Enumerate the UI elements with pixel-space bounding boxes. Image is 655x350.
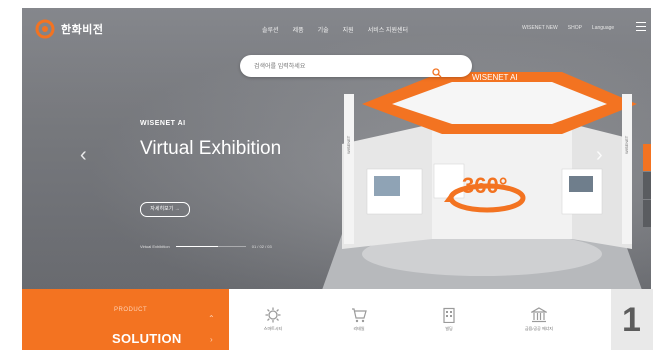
scene-sign-right: WISENET (624, 135, 629, 154)
side-tab-strip (643, 144, 651, 228)
search-input[interactable] (252, 60, 436, 74)
solution-title: SOLUTION (112, 331, 182, 346)
chevron-right-icon[interactable]: › (210, 335, 213, 344)
solution-item-building[interactable]: 빌딩 (419, 289, 479, 332)
next-slide-arrow-icon[interactable]: › (596, 144, 603, 167)
bank-icon (531, 307, 547, 323)
chevron-up-icon[interactable]: ⌃ (208, 314, 215, 323)
scene-ring-label: WISENET AI (472, 73, 518, 82)
scene-pillar-right (622, 94, 632, 244)
scene-360-text: 360° (462, 173, 508, 198)
menu-icon[interactable] (636, 22, 646, 31)
scene-sign-left: WISENET (346, 135, 351, 154)
building-icon (443, 307, 455, 323)
nav-item-product[interactable]: 제품 (293, 25, 304, 34)
virtual-exhibition-scene: 360° WISENET AI WISENET WISENET (322, 72, 642, 290)
prev-slide-arrow-icon[interactable]: ‹ (80, 144, 87, 167)
page-frame: 360° WISENET AI WISENET WISENET 한화비전 솔루션… (0, 0, 655, 350)
hero-banner: 360° WISENET AI WISENET WISENET 한화비전 솔루션… (22, 8, 651, 290)
util-shop[interactable]: SHOP (568, 25, 582, 31)
progress-label: Virtual Exhibition (140, 244, 170, 249)
solution-item-label: 빌딩 (445, 326, 453, 331)
scene-panel-3-image (569, 176, 593, 192)
more-button[interactable]: 자세히보기 → (140, 202, 190, 217)
solution-item-retail[interactable]: 리테일 (329, 289, 389, 332)
solution-panel[interactable]: PRODUCT SOLUTION ⌃ › (22, 289, 229, 350)
utility-menu: WISENET NEW SHOP Language (522, 25, 614, 31)
search-icon[interactable] (432, 68, 442, 78)
solution-item-smart-city[interactable]: 스마트시티 (243, 289, 303, 332)
logo[interactable]: 한화비전 (34, 18, 103, 40)
figure-number-badge: 1 (609, 289, 653, 350)
slide-progress: Virtual Exhibition 01 / 02 / 03 (140, 244, 272, 249)
logo-mark-icon (35, 19, 55, 39)
scene-panel-1-image (374, 176, 400, 196)
hero-headline: Virtual Exhibition (140, 138, 282, 159)
solution-eyebrow: PRODUCT (114, 307, 148, 313)
side-tab-2[interactable] (643, 172, 651, 199)
util-wisenet-new[interactable]: WISENET NEW (522, 25, 558, 31)
solution-item-finance[interactable]: 금융/공공 에너지 (509, 289, 569, 332)
badge-number: 1 (622, 301, 641, 339)
util-language[interactable]: Language (592, 25, 614, 31)
side-tab-3[interactable] (643, 200, 651, 227)
progress-fill (175, 246, 218, 247)
solution-item-label: 스마트시티 (263, 326, 283, 331)
main-nav: 솔루션 제품 기술 지원 서비스 지원센터 (262, 25, 408, 34)
logo-text: 한화비전 (61, 24, 104, 36)
solution-item-label: 금융/공공 에너지 (525, 326, 553, 331)
progress-track (175, 246, 246, 247)
hero-brand: WISENET AI (140, 120, 186, 127)
side-tab-1[interactable] (643, 144, 651, 171)
nav-item-support[interactable]: 지원 (343, 25, 354, 34)
cart-icon (352, 308, 367, 323)
nav-item-solution[interactable]: 솔루션 (262, 25, 279, 34)
progress-numbers: 01 / 02 / 03 (251, 244, 272, 249)
nav-item-service-center[interactable]: 서비스 지원센터 (368, 25, 408, 34)
nav-item-technology[interactable]: 기술 (318, 25, 329, 34)
gear-icon (265, 307, 281, 323)
solution-icon-row: 스마트시티 리테일 빌딩 금융/공공 에너지 (229, 289, 609, 350)
scene-pillar-left (344, 94, 354, 244)
solution-item-label: 리테일 (353, 326, 365, 331)
top-navigation-bar: 한화비전 솔루션 제품 기술 지원 서비스 지원센터 WISENET NEW S… (22, 8, 651, 48)
